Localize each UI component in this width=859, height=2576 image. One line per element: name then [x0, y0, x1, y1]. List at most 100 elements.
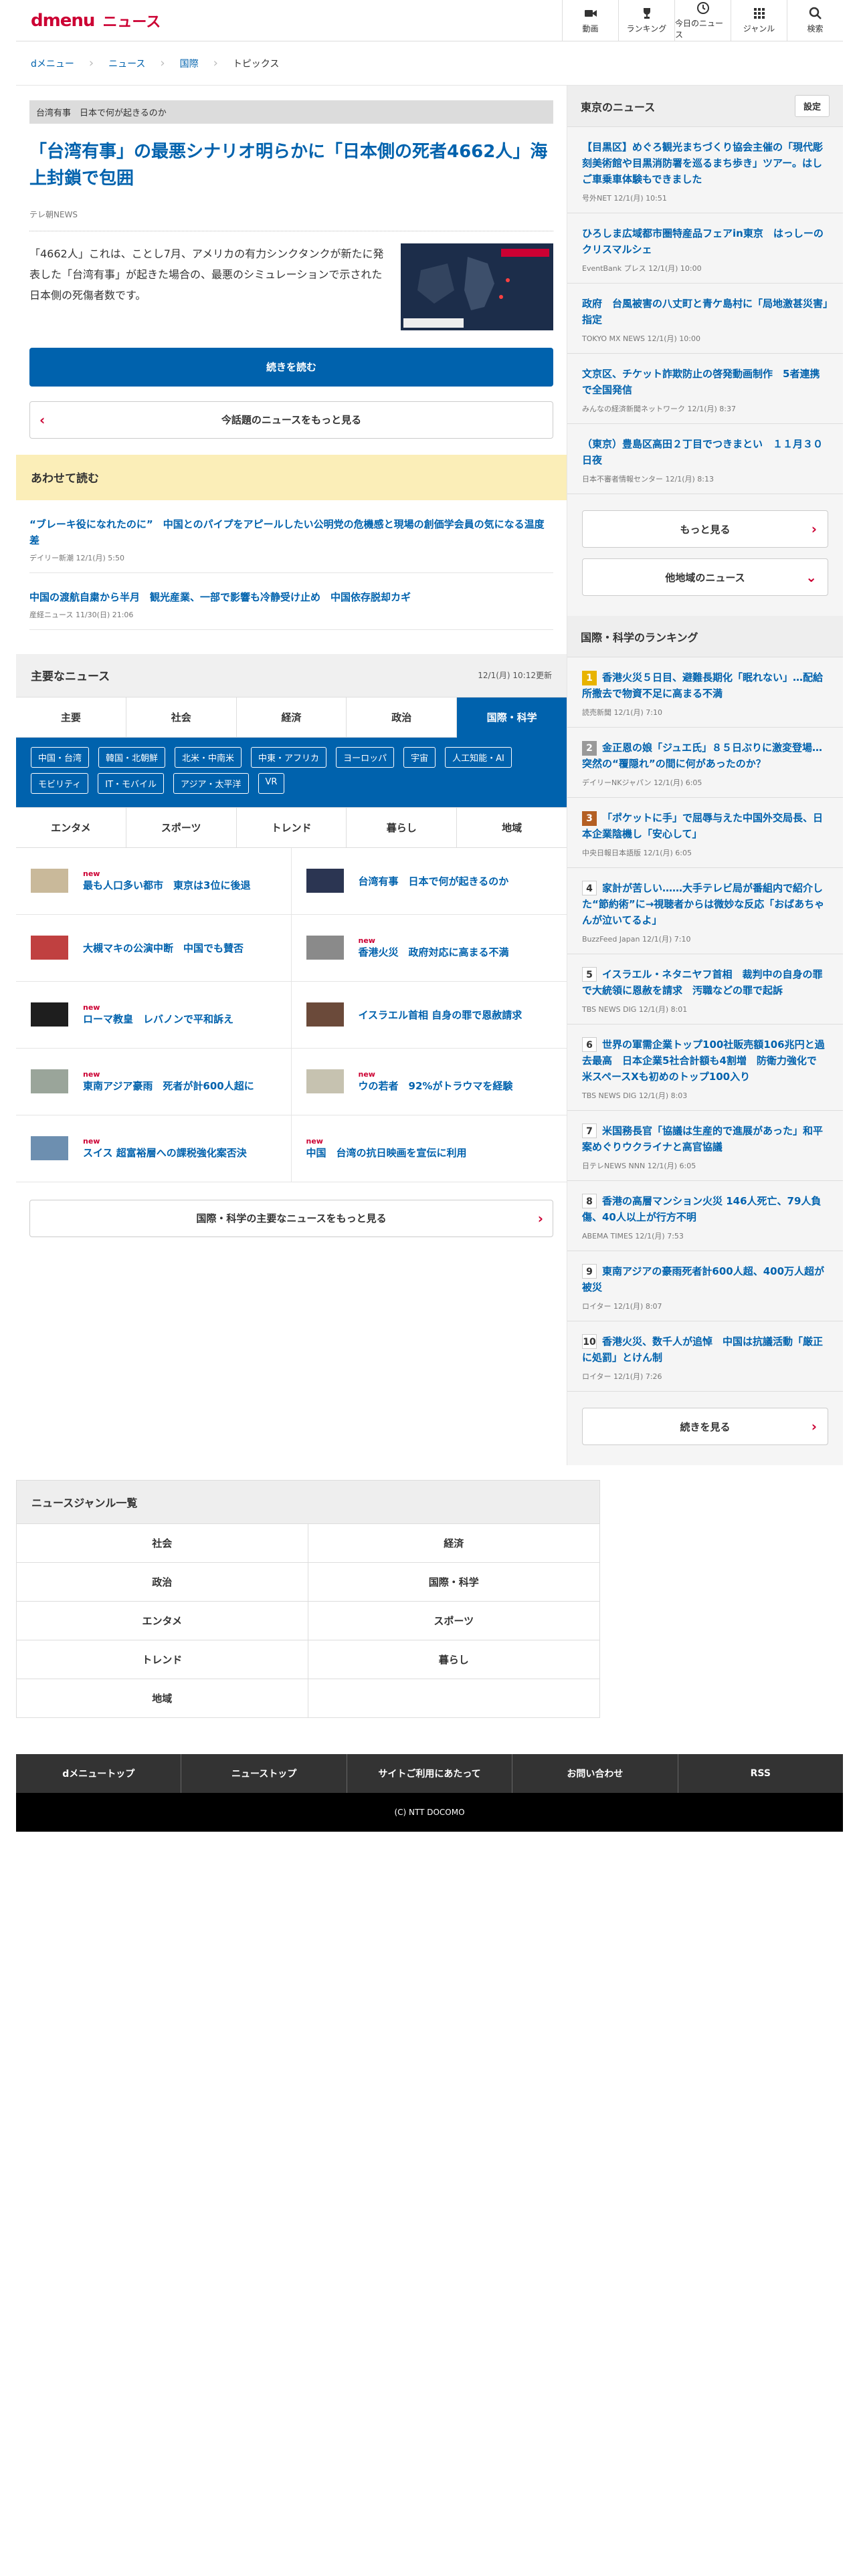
chip-space[interactable]: 宇宙 — [403, 746, 436, 768]
tab-trend[interactable]: トレンド — [236, 807, 347, 848]
ranking-meta: ABEMA TIMES 12/1(月) 7:53 — [582, 1232, 684, 1241]
tokyo-news-headline: 文京区、チケット詐欺防止の啓発動画制作 5者連携で全国発信 — [582, 368, 820, 396]
ranking-more-button[interactable]: 続きを見る › — [582, 1408, 828, 1445]
ranking-item[interactable]: 10 香港火災、数千人が追悼 中国は抗議活動「厳正に処罰」とけん制 ロイター 12/… — [567, 1321, 843, 1392]
tab-local[interactable]: 地域 — [457, 808, 567, 848]
genre-item[interactable]: 社会 — [17, 1523, 308, 1562]
related-item[interactable]: 中国の渡航自粛から半月 観光産業、一部で影響も冷静受け止め 中国依存脱却カギ 産… — [29, 573, 553, 630]
footer-dmenu-top[interactable]: dメニュートップ — [16, 1754, 182, 1793]
ranking-item[interactable]: 4 家計が苦しい……大手テレビ局が番組内で紹介した“節約術”に→視聴者からは微妙な… — [567, 868, 843, 954]
category-tabs-secondary: エンタメ スポーツ トレンド 暮らし 地域 — [16, 807, 567, 848]
news-thumbnail — [306, 936, 344, 960]
tokyo-news-item[interactable]: 文京区、チケット詐欺防止の啓発動画制作 5者連携で全国発信みんなの経済新聞ネット… — [567, 354, 843, 424]
chip-china-taiwan[interactable]: 中国・台湾 — [31, 746, 90, 768]
chip-mideast-africa[interactable]: 中東・アフリカ — [251, 746, 327, 768]
major-news-item[interactable]: new 中国 台湾の抗日映画を宣伝に利用 — [291, 1115, 567, 1182]
major-news-item[interactable]: 台湾有事 日本で何が起きるのか — [291, 848, 567, 915]
footer-contact[interactable]: お問い合わせ — [512, 1754, 678, 1793]
nav-genre[interactable]: ジャンル — [731, 0, 787, 41]
copyright: (C) NTT DOCOMO — [16, 1793, 843, 1832]
nav-today[interactable]: 今日のニュース — [674, 0, 731, 41]
news-headline-wrap: new ローマ教皇 レバノンで平和訴え — [83, 1003, 233, 1026]
tab-life[interactable]: 暮らし — [347, 807, 458, 848]
news-headline-wrap: イスラエル首相 自身の罪で恩赦請求 — [359, 1008, 522, 1022]
major-news-item[interactable]: new スイス 超富裕層への課税強化案否決 — [16, 1115, 292, 1182]
read-more-button[interactable]: 続きを読む — [29, 347, 553, 387]
article-title[interactable]: 「台湾有事」の最悪シナリオ明らかに「日本側の死者4662人」海上封鎖で包囲 — [29, 138, 553, 193]
genre-item[interactable]: 暮らし — [308, 1640, 599, 1679]
tab-economy[interactable]: 経済 — [236, 697, 347, 738]
ranking-item[interactable]: 8 香港の高層マンション火災 146人死亡、79人負傷、40人以上が行方不明 ABE… — [567, 1181, 843, 1251]
chevron-right-icon: › — [811, 1418, 817, 1434]
chip-mobility[interactable]: モビリティ — [31, 772, 89, 794]
news-thumbnail — [306, 869, 344, 893]
tab-entertainment[interactable]: エンタメ — [16, 807, 126, 848]
related-item[interactable]: “ブレーキ役になれたのに” 中国とのパイプをアピールしたい公明党の危機感と現場の… — [29, 500, 553, 573]
genre-item[interactable]: 地域 — [17, 1679, 308, 1717]
genre-item[interactable]: 経済 — [308, 1523, 599, 1562]
settings-button[interactable]: 設定 — [794, 95, 830, 117]
chip-asia-pacific[interactable]: アジア・太平洋 — [173, 772, 249, 794]
genre-item[interactable]: スポーツ — [308, 1601, 599, 1640]
nav-search[interactable]: 検索 — [787, 0, 843, 41]
more-major-news-button[interactable]: 国際・科学の主要なニュースをもっと見る › — [29, 1199, 553, 1237]
ranking-item[interactable]: 3 「ポケットに手」で屈辱与えた中国外交局長、日本企業陰機し「安心して」 中央日報日… — [567, 798, 843, 868]
article-thumbnail[interactable] — [401, 243, 553, 330]
ranking-headline: 「ポケットに手」で屈辱与えた中国外交局長、日本企業陰機し「安心して」 — [582, 812, 824, 840]
chip-korea[interactable]: 韓国・北朝鮮 — [98, 746, 166, 768]
other-region-button[interactable]: 他地域のニュース ⌄ — [582, 558, 828, 596]
breadcrumb-dmenu[interactable]: dメニュー — [31, 57, 74, 70]
nav-video[interactable]: 動画 — [562, 0, 618, 41]
tab-society[interactable]: 社会 — [126, 697, 237, 738]
tab-politics[interactable]: 政治 — [347, 697, 458, 738]
new-badge: new — [83, 1070, 100, 1079]
tokyo-news-item[interactable]: ひろしま広域都市圏特産品フェアin東京 はっしーのクリスマルシェ EventBan… — [567, 213, 843, 284]
category-tabs: 主要 社会 経済 政治 国際・科学 — [16, 696, 567, 738]
genre-item[interactable]: エンタメ — [17, 1601, 308, 1640]
ranking-item[interactable]: 2 金正恩の娘「ジュエ氏」８５日ぶりに激変登場…突然の“覆隠れ”の間に何があったの… — [567, 728, 843, 798]
tab-international[interactable]: 国際・科学 — [457, 697, 567, 738]
major-news-item[interactable]: new ローマ教皇 レバノンで平和訴え — [16, 981, 292, 1049]
footer-news-top[interactable]: ニューストップ — [181, 1754, 347, 1793]
ranking-meta: ロイター 12/1(月) 8:07 — [582, 1302, 662, 1311]
ranking-item[interactable]: 6 世界の軍需企業トップ100社販売額106兆円と過去最高 日本企業5社合計額も4… — [567, 1025, 843, 1111]
ranking-item[interactable]: 5 イスラエル・ネタニヤフ首相 裁判中の自身の罪で大統領に恩赦を請求 汚職などの罪… — [567, 954, 843, 1025]
major-news-item[interactable]: new 香港火災 政府対応に高まる不満 — [291, 915, 567, 982]
major-news-item[interactable]: 大槻マキの公演中断 中国でも賛否 — [16, 914, 292, 982]
ranking-item[interactable]: 7 米国務長官「協議は生産的で進展があった」和平案めぐりウクライナと高官協議 日テレ… — [567, 1111, 843, 1181]
chip-europe[interactable]: ヨーロッパ — [336, 746, 395, 768]
tokyo-news-meta: みんなの経済新聞ネットワーク 12/1(月) 8:37 — [582, 405, 736, 413]
tab-sports[interactable]: スポーツ — [126, 807, 237, 848]
news-headline-wrap: new スイス 超富裕層への課税強化案否決 — [83, 1137, 247, 1160]
tokyo-more-button[interactable]: もっと見る › — [582, 510, 828, 548]
chip-ai[interactable]: 人工知能・AI — [445, 746, 512, 768]
rank-badge: 6 — [582, 1037, 597, 1052]
nav-ranking[interactable]: ランキング — [618, 0, 674, 41]
major-news-item[interactable]: new 東南アジア豪雨 死者が計600人超に — [16, 1048, 292, 1115]
tokyo-news-item[interactable]: （東京）豊島区高田２丁目でつきまとい １１月３０日夜 日本不審者情報センター 12… — [567, 424, 843, 494]
footer-terms[interactable]: サイトご利用にあたって — [347, 1754, 513, 1793]
major-news-item[interactable]: new ウの若者 92%がトラウマを経験 — [291, 1049, 567, 1115]
tokyo-news-title: 東京のニュース — [581, 100, 656, 114]
more-topic-button[interactable]: ‹ 今話題のニュースをもっと見る — [29, 401, 553, 439]
chip-vr[interactable]: VR — [258, 772, 285, 794]
genre-item[interactable]: 政治 — [17, 1562, 308, 1601]
breadcrumb-news[interactable]: ニュース — [108, 57, 145, 70]
ranking-item[interactable]: 9 東南アジアの豪雨死者計600人超、400万人超が被災 ロイター 12/1(月) … — [567, 1251, 843, 1321]
tokyo-news-headline: 【目黒区】めぐろ観光まちづくり協会主催の「現代彫刻美術館や目黒消防署を巡るまち歩… — [582, 141, 824, 185]
major-news-item[interactable]: new 最も人口多い都市 東京は3位に後退 — [16, 847, 292, 915]
chip-americas[interactable]: 北米・中南米 — [175, 746, 242, 768]
news-thumbnail — [31, 869, 68, 893]
tokyo-news-item[interactable]: 【目黒区】めぐろ観光まちづくり協会主催の「現代彫刻美術館や目黒消防署を巡るまち歩… — [567, 127, 843, 213]
chip-it-mobile[interactable]: IT・モバイル — [98, 772, 165, 794]
topic-tag[interactable]: 台湾有事 日本で何が起きるのか — [29, 100, 553, 124]
genre-item[interactable]: 国際・科学 — [308, 1562, 599, 1601]
site-logo[interactable]: dmenu ニュース — [16, 10, 562, 31]
tokyo-news-item[interactable]: 政府 台風被害の八丈町と青ケ島村に「局地激甚災害」指定 TOKYO MX NEWS… — [567, 284, 843, 354]
ranking-item[interactable]: 1 香港火災５日目、避難長期化「眠れない」…配給所撒去で物資不足に高まる不満 読売新… — [567, 657, 843, 728]
footer-rss[interactable]: RSS — [678, 1754, 843, 1793]
breadcrumb-international[interactable]: 国際 — [180, 57, 199, 70]
genre-item[interactable]: トレンド — [17, 1640, 308, 1679]
major-news-item[interactable]: イスラエル首相 自身の罪で恩赦請求 — [291, 982, 567, 1049]
tab-main[interactable]: 主要 — [16, 697, 126, 738]
